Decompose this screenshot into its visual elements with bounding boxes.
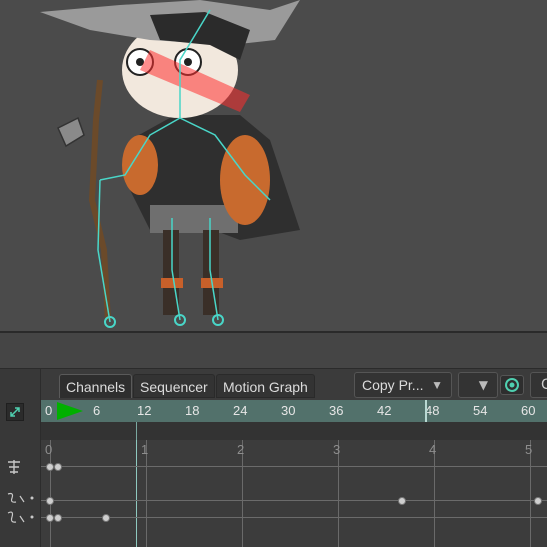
ruler-tick: 42 bbox=[377, 403, 392, 418]
viewport-status-strip bbox=[0, 333, 547, 369]
second-label: 1 bbox=[141, 442, 149, 457]
stage-viewport[interactable] bbox=[0, 0, 547, 331]
second-label: 2 bbox=[237, 442, 245, 457]
ruler-tick: 6 bbox=[93, 403, 101, 418]
onion-skin-button[interactable] bbox=[500, 375, 524, 395]
keyframe[interactable] bbox=[46, 463, 54, 471]
copy-properties-dropdown[interactable]: Copy Pr... ▼ bbox=[354, 372, 452, 398]
ruler-tick: 24 bbox=[233, 403, 248, 418]
left-pauldron bbox=[122, 135, 158, 195]
ruler-tick: 18 bbox=[185, 403, 200, 418]
keyframe[interactable] bbox=[46, 514, 54, 522]
onion-icon bbox=[505, 378, 519, 392]
frame-ruler[interactable]: 0 6 12 18 24 30 36 42 48 54 60 bbox=[41, 400, 547, 422]
ruler-tick: 30 bbox=[281, 403, 296, 418]
ruler-tick: 54 bbox=[473, 403, 488, 418]
keyframe[interactable] bbox=[102, 514, 110, 522]
channels-graph[interactable]: 0 1 2 3 4 5 bbox=[41, 440, 547, 547]
tab-channels[interactable]: Channels bbox=[59, 374, 133, 398]
keyframe[interactable] bbox=[54, 514, 62, 522]
ruler-tick: 48 bbox=[425, 403, 440, 418]
ruler-start-label: 0 bbox=[45, 403, 53, 418]
skirt bbox=[150, 205, 238, 233]
copy-dropdown-label: Copy Pr... bbox=[362, 377, 424, 393]
chevron-down-icon: ▼ bbox=[431, 378, 443, 392]
more-button[interactable]: C bbox=[530, 372, 547, 398]
playhead-line[interactable] bbox=[136, 440, 137, 547]
drawing-channel-icon[interactable] bbox=[6, 492, 36, 504]
end-marker[interactable] bbox=[425, 400, 427, 422]
switch-channel-icon[interactable] bbox=[6, 510, 36, 524]
options-dropdown[interactable]: ▼ bbox=[458, 372, 498, 398]
ruler-tick: 36 bbox=[329, 403, 344, 418]
keyframe[interactable] bbox=[534, 497, 542, 505]
second-label: 5 bbox=[525, 442, 533, 457]
tab-motion-graph[interactable]: Motion Graph bbox=[216, 374, 315, 398]
second-label: 0 bbox=[45, 442, 53, 457]
ruler-tick: 60 bbox=[521, 403, 536, 418]
playhead-line[interactable] bbox=[136, 422, 137, 440]
second-label: 4 bbox=[429, 442, 437, 457]
chevron-down-icon: ▼ bbox=[478, 378, 488, 392]
expand-icon[interactable] bbox=[6, 403, 24, 421]
play-icon[interactable] bbox=[57, 402, 85, 420]
ruler-subtrack bbox=[41, 422, 547, 440]
keyframe[interactable] bbox=[398, 497, 406, 505]
ruler-tick: 12 bbox=[137, 403, 152, 418]
keyframe[interactable] bbox=[46, 497, 54, 505]
keyframe[interactable] bbox=[54, 463, 62, 471]
tab-sequencer[interactable]: Sequencer bbox=[133, 374, 215, 398]
right-pauldron bbox=[220, 135, 270, 225]
staff-leaf bbox=[57, 116, 85, 148]
second-label: 3 bbox=[333, 442, 341, 457]
character-rig[interactable] bbox=[0, 0, 547, 331]
bone-channel-icon[interactable] bbox=[6, 458, 22, 476]
